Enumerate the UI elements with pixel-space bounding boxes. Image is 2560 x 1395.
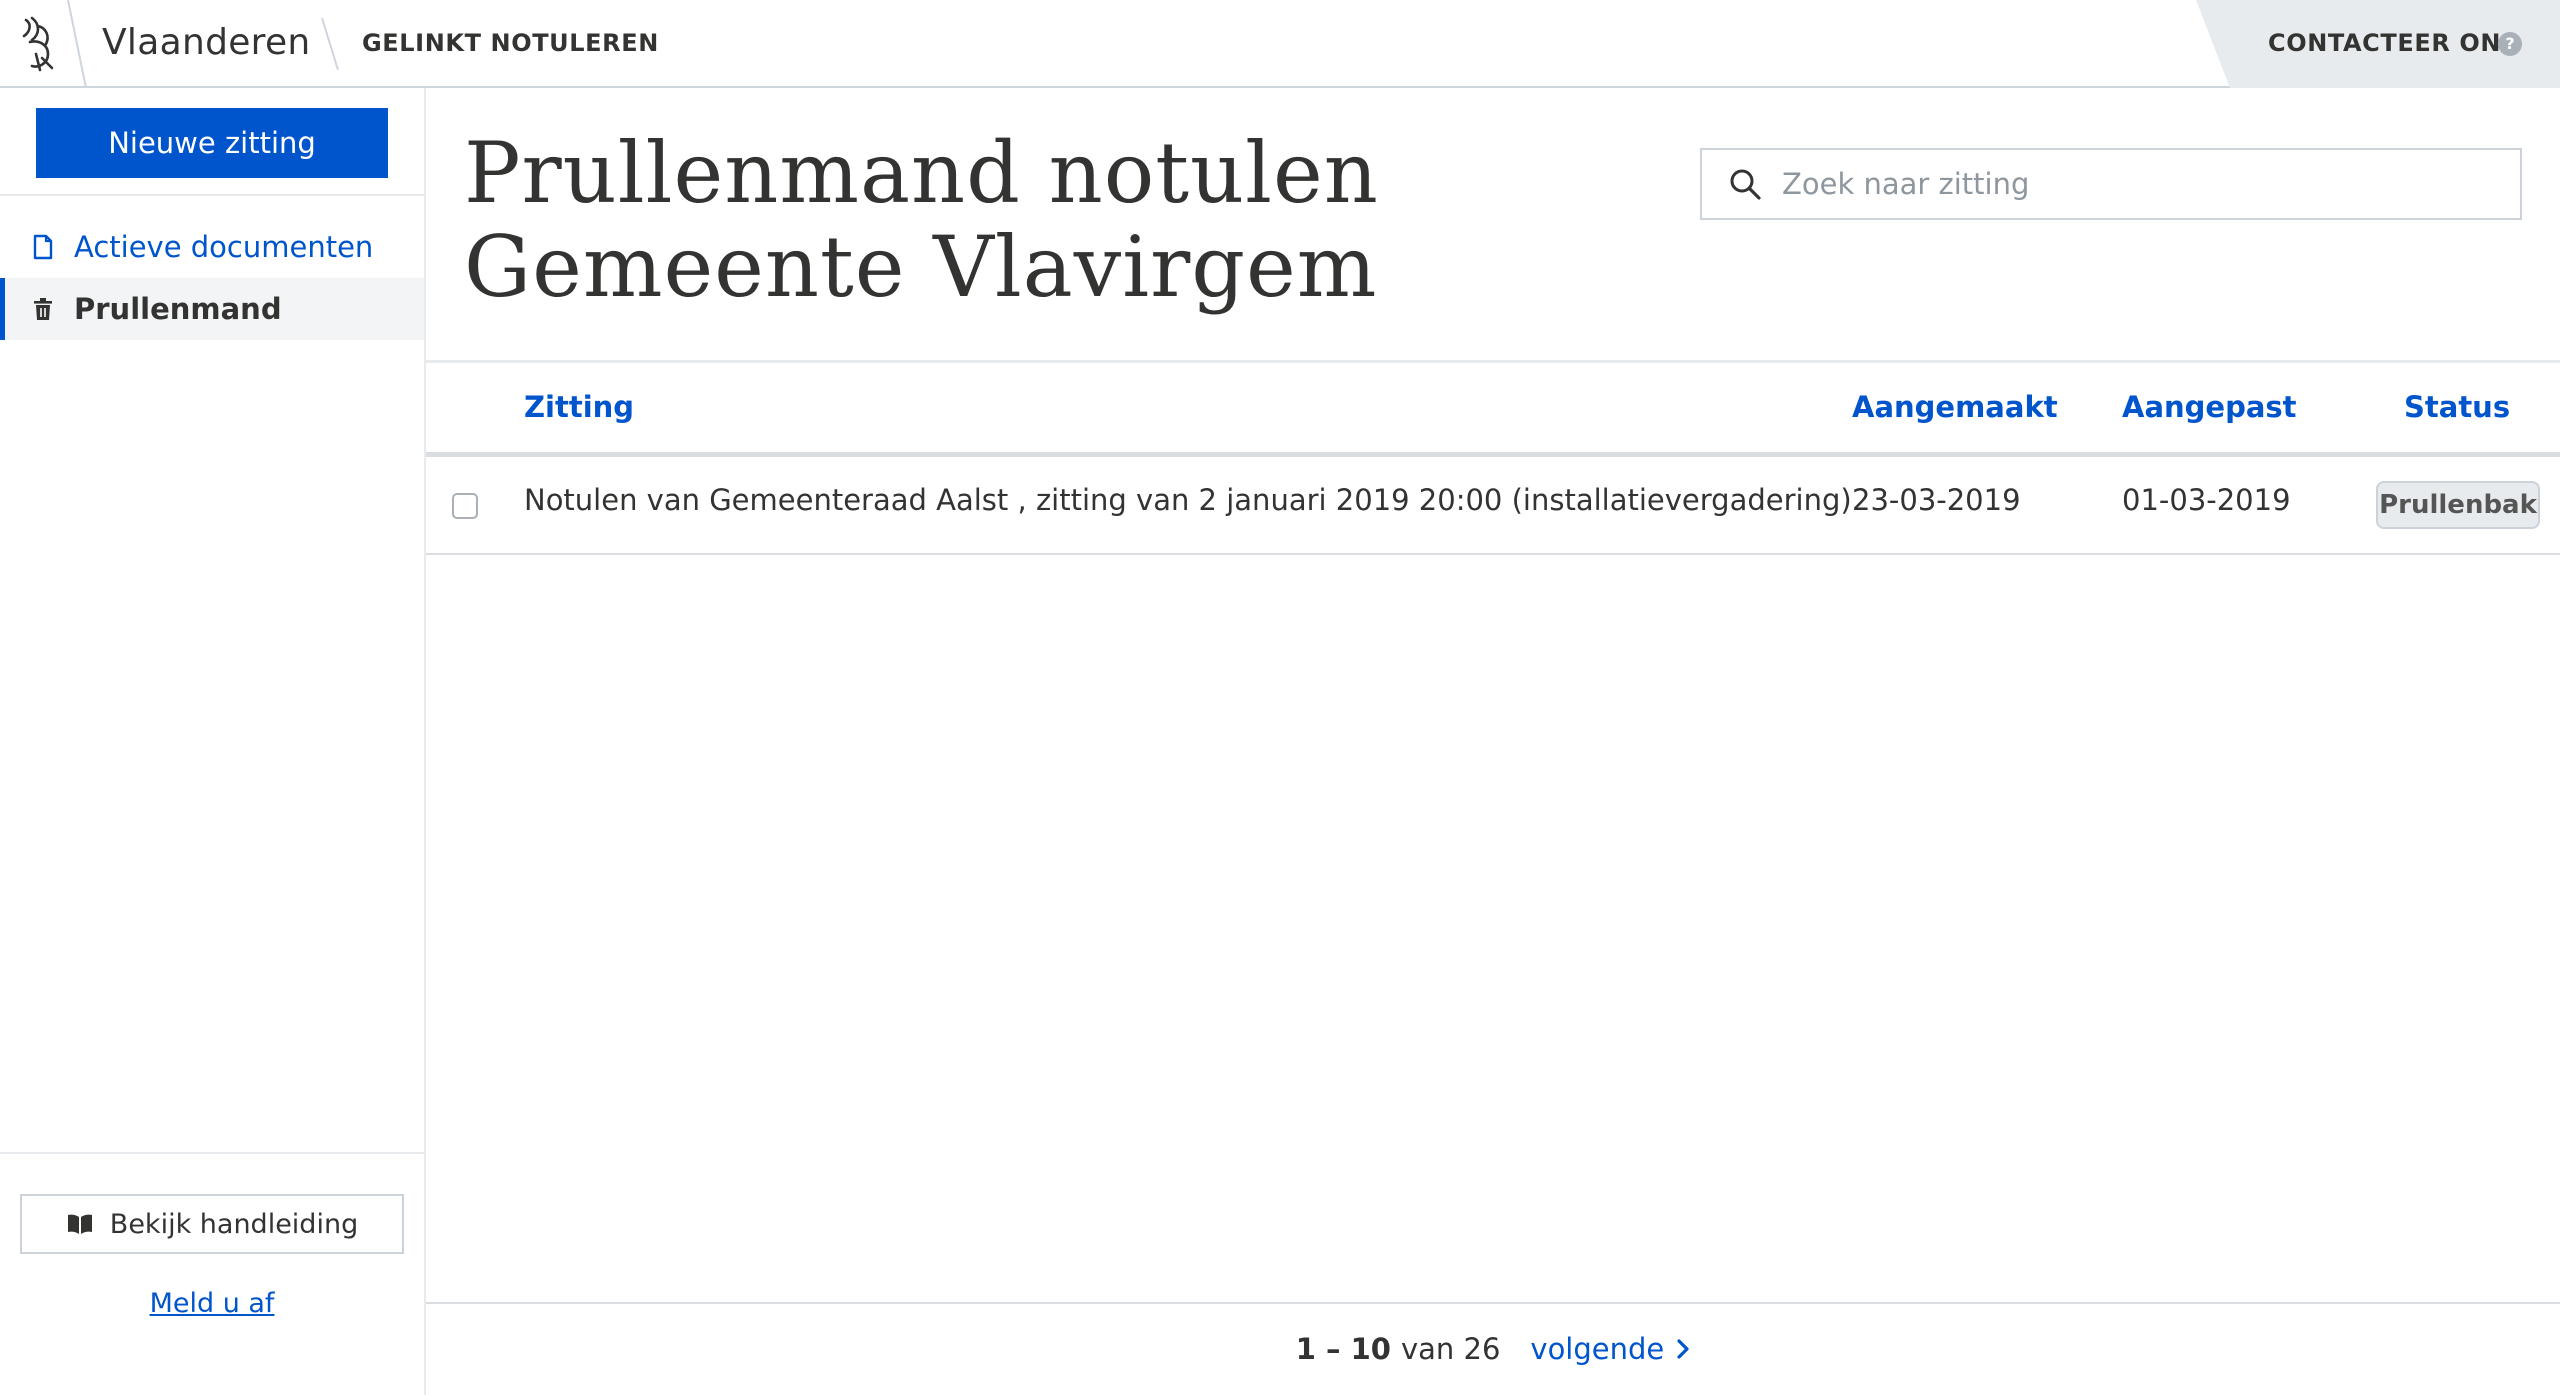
- main-content: Prullenmand notulen Gemeente Vlavirgem Z…: [426, 88, 2560, 1395]
- page-title-line1: Prullenmand notulen: [464, 124, 1379, 222]
- sidebar-item-active-documents[interactable]: Actieve documenten: [0, 216, 424, 278]
- help-icon: ?: [2498, 32, 2522, 56]
- view-manual-label: Bekijk handleiding: [109, 1208, 359, 1240]
- sidebar-divider: [0, 194, 424, 196]
- column-header-aangepast[interactable]: Aangepast: [2122, 390, 2297, 424]
- table-row: Notulen van Gemeenteraad Aalst , zitting…: [426, 457, 2560, 555]
- pagination-total: van 26: [1400, 1332, 1501, 1366]
- table-top-border: [426, 360, 2560, 363]
- top-header: Vlaanderen GELINKT NOTULEREN CONTACTEER …: [0, 0, 2560, 88]
- contact-button[interactable]: CONTACTEER ONS ?: [2196, 0, 2560, 88]
- document-icon: [33, 234, 53, 260]
- book-icon: [67, 1214, 92, 1234]
- page-title-line2: Gemeente Vlavirgem: [464, 218, 1378, 316]
- header-divider: [67, 0, 87, 88]
- sidebar: Nieuwe zitting Actieve documenten Prulle…: [0, 88, 426, 1395]
- view-manual-button[interactable]: Bekijk handleiding: [20, 1194, 404, 1254]
- status-badge: Prullenbak: [2376, 481, 2540, 529]
- search-input[interactable]: [1782, 167, 2482, 201]
- search-box[interactable]: [1700, 148, 2522, 220]
- flemish-lion-logo[interactable]: [18, 14, 64, 74]
- brand-name[interactable]: Vlaanderen: [102, 22, 311, 63]
- pagination-divider: [426, 1302, 2560, 1304]
- sidebar-item-label: Prullenmand: [74, 292, 282, 326]
- trash-icon: [34, 298, 52, 320]
- cell-zitting[interactable]: Notulen van Gemeenteraad Aalst , zitting…: [524, 483, 1852, 517]
- next-page-link[interactable]: volgende: [1530, 1332, 1690, 1366]
- row-checkbox[interactable]: [452, 493, 478, 519]
- page-title: Prullenmand notulen Gemeente Vlavirgem: [464, 126, 1664, 314]
- pagination-range: 1 – 10: [1295, 1332, 1391, 1366]
- sidebar-item-trash[interactable]: Prullenmand: [0, 278, 424, 340]
- cell-aangemaakt: 23-03-2019: [1852, 483, 2021, 517]
- next-page-label: volgende: [1530, 1332, 1665, 1366]
- column-header-aangemaakt[interactable]: Aangemaakt: [1852, 390, 2058, 424]
- sidebar-divider: [0, 1152, 424, 1154]
- sidebar-item-label: Actieve documenten: [74, 230, 374, 264]
- cell-aangepast: 01-03-2019: [2122, 483, 2291, 517]
- header-divider: [321, 17, 339, 71]
- column-header-zitting[interactable]: Zitting: [524, 390, 634, 424]
- chevron-right-icon: [1677, 1339, 1689, 1359]
- app-name[interactable]: GELINKT NOTULEREN: [362, 29, 659, 57]
- contact-label: CONTACTEER ONS: [2268, 29, 2519, 57]
- column-header-status[interactable]: Status: [2404, 390, 2510, 424]
- logout-link[interactable]: Meld u af: [0, 1288, 424, 1319]
- search-icon: [1730, 169, 1761, 200]
- pagination: 1 – 10 van 26 volgende: [426, 1332, 2560, 1366]
- new-session-button[interactable]: Nieuwe zitting: [36, 108, 388, 178]
